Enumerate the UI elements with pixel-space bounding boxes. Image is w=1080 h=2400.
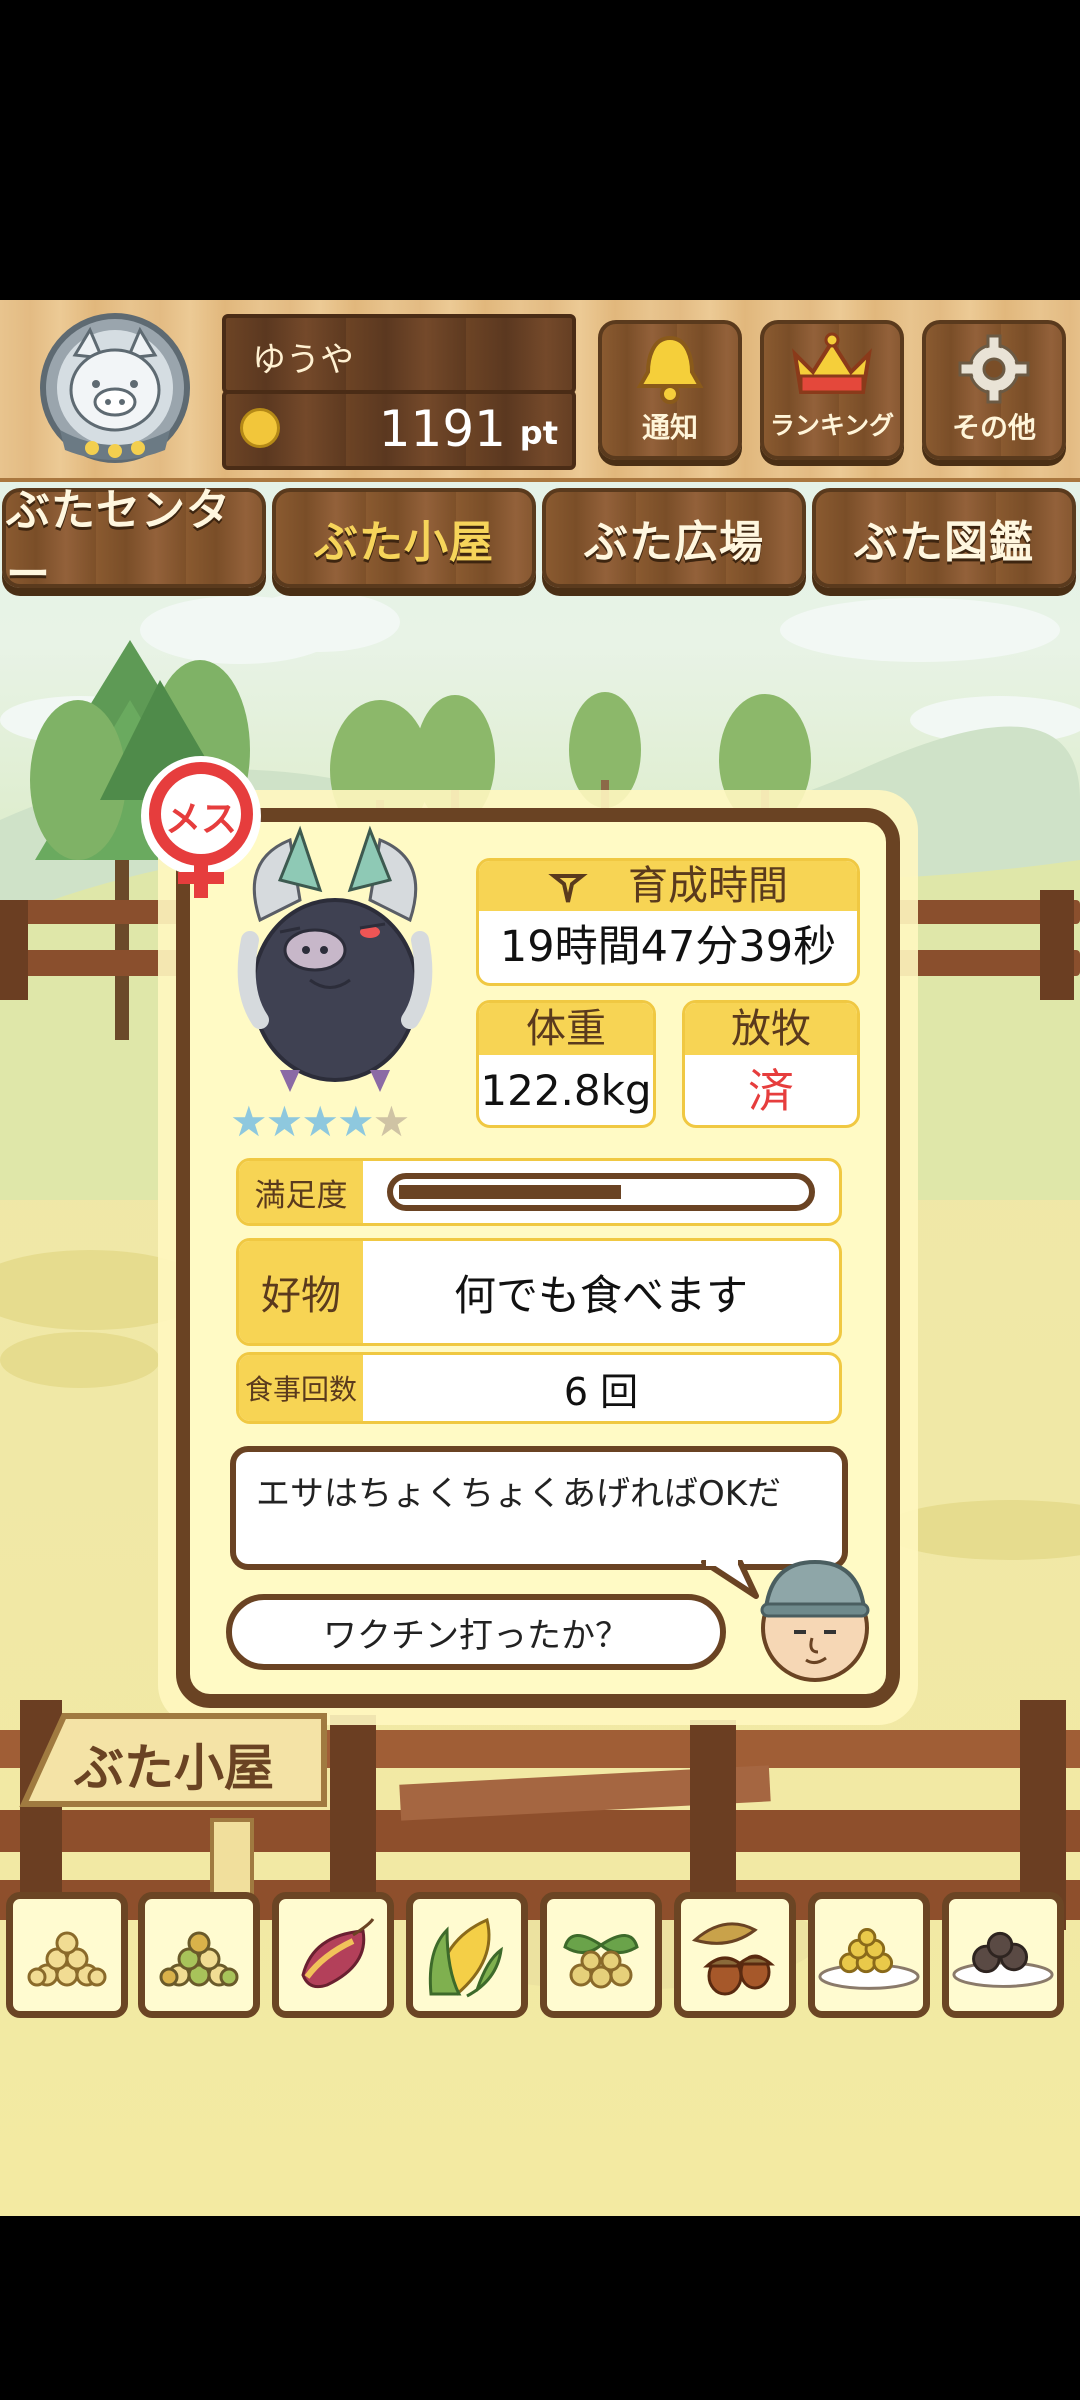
pig-medal-icon	[40, 313, 190, 463]
points-unit: pt	[519, 414, 558, 452]
satisfaction-gauge-fill	[399, 1185, 621, 1199]
farmer-message: エサはちょくちょくあげればOKだ	[256, 1474, 782, 1514]
notification-label: 通知	[641, 411, 698, 444]
corn-icon	[428, 1917, 503, 1998]
boar-pig-icon	[237, 825, 433, 1092]
weight-value: 122.8kg	[480, 1066, 652, 1115]
feed-slot-vegetable-seeds[interactable]	[540, 1892, 662, 2018]
star-icon: ★	[230, 1097, 268, 1146]
coin-icon	[240, 408, 280, 448]
feed-slot-mixed-beans[interactable]	[138, 1892, 260, 2018]
bell-icon	[636, 335, 704, 404]
farmer-speech-bubble: エサはちょくちょくあげればOKだ	[230, 1446, 848, 1570]
pasture-label: 放牧	[685, 1003, 857, 1055]
feed-slot-plate[interactable]	[808, 1892, 930, 2018]
pig-portrait[interactable]	[220, 820, 450, 1100]
meals-value: 6 回	[563, 1369, 639, 1414]
points-panel: 1191 pt	[222, 390, 576, 470]
pulley-icon	[548, 874, 588, 903]
player-avatar[interactable]	[30, 310, 200, 470]
raising-time-label: 育成時間	[628, 863, 788, 909]
star-icon: ★	[301, 1097, 339, 1146]
satisfaction-gauge	[387, 1173, 815, 1211]
star-icon: ★	[336, 1097, 375, 1146]
navigation-bar-area	[0, 2216, 1080, 2400]
reply-text: ワクチン打ったか？	[323, 1615, 629, 1656]
favorite-value: 何でも食べます	[453, 1270, 748, 1320]
pasture-box: 放牧 済	[682, 1000, 860, 1128]
notification-button[interactable]: 通知	[598, 320, 742, 460]
bubble-tail-icon	[701, 1560, 759, 1599]
location-sign: ぶた小屋	[14, 1710, 332, 1810]
rarity-stars: ★★★★★	[230, 1100, 450, 1144]
weight-box: 体重 122.8kg	[476, 1000, 656, 1128]
satisfaction-gauge-wrap	[363, 1161, 839, 1223]
other-label: その他	[951, 411, 1036, 444]
satisfaction-label: 満足度	[239, 1161, 363, 1223]
ranking-label: ランキング	[769, 411, 895, 440]
feed-slot-corn[interactable]	[406, 1892, 528, 2018]
acorn-icon	[691, 1922, 775, 1996]
feed-slot-sweet-potato[interactable]	[272, 1892, 394, 2018]
gear-icon	[958, 334, 1030, 404]
satisfaction-row: 満足度	[236, 1158, 842, 1226]
meals-row: 食事回数 6 回	[236, 1352, 842, 1424]
crown-icon	[792, 332, 872, 394]
tab-buta-hiroba[interactable]: ぶた広場	[542, 488, 806, 588]
feed-slot-acorn[interactable]	[674, 1892, 796, 2018]
raising-time-box: 育成時間 19時間47分39秒	[476, 858, 860, 986]
username-panel: ゆうや	[222, 314, 576, 394]
username-text: ゆうや	[252, 340, 354, 380]
favorite-label: 好物	[239, 1241, 363, 1343]
raising-time-value: 19時間47分39秒	[499, 922, 837, 972]
star-empty-icon: ★	[372, 1097, 411, 1146]
vegetable-seeds-icon	[563, 1934, 639, 1989]
raising-time-header: 育成時間	[479, 861, 857, 911]
soybeans-icon	[27, 1931, 107, 1987]
weight-label: 体重	[479, 1003, 653, 1055]
tab-buta-zukan[interactable]: ぶた図鑑	[812, 488, 1076, 588]
reply-button[interactable]: ワクチン打ったか？	[226, 1594, 726, 1670]
location-sign-text: ぶた小屋	[74, 1739, 274, 1797]
mixed-beans-icon	[159, 1931, 239, 1987]
status-bar-area	[0, 0, 1080, 300]
tab-buta-koya[interactable]: ぶた小屋	[272, 488, 536, 588]
feed-plate-icon	[818, 1928, 920, 1990]
feed-slot-soybeans[interactable]	[6, 1892, 128, 2018]
farmer-face-icon	[760, 1559, 870, 1682]
star-icon: ★	[265, 1097, 304, 1146]
feed-slot-meatballs[interactable]	[942, 1892, 1064, 2018]
other-button[interactable]: その他	[922, 320, 1066, 460]
ranking-button[interactable]: ランキング	[760, 320, 904, 460]
meals-label: 食事回数	[239, 1355, 363, 1421]
points-value: 1191	[378, 400, 506, 458]
meatball-plate-icon	[952, 1931, 1054, 1988]
sweet-potato-icon	[301, 1918, 375, 1989]
pasture-value: 済	[748, 1064, 794, 1118]
favorite-row: 好物 何でも食べます	[236, 1238, 842, 1346]
tab-buta-center[interactable]: ぶたセンター	[2, 485, 266, 600]
